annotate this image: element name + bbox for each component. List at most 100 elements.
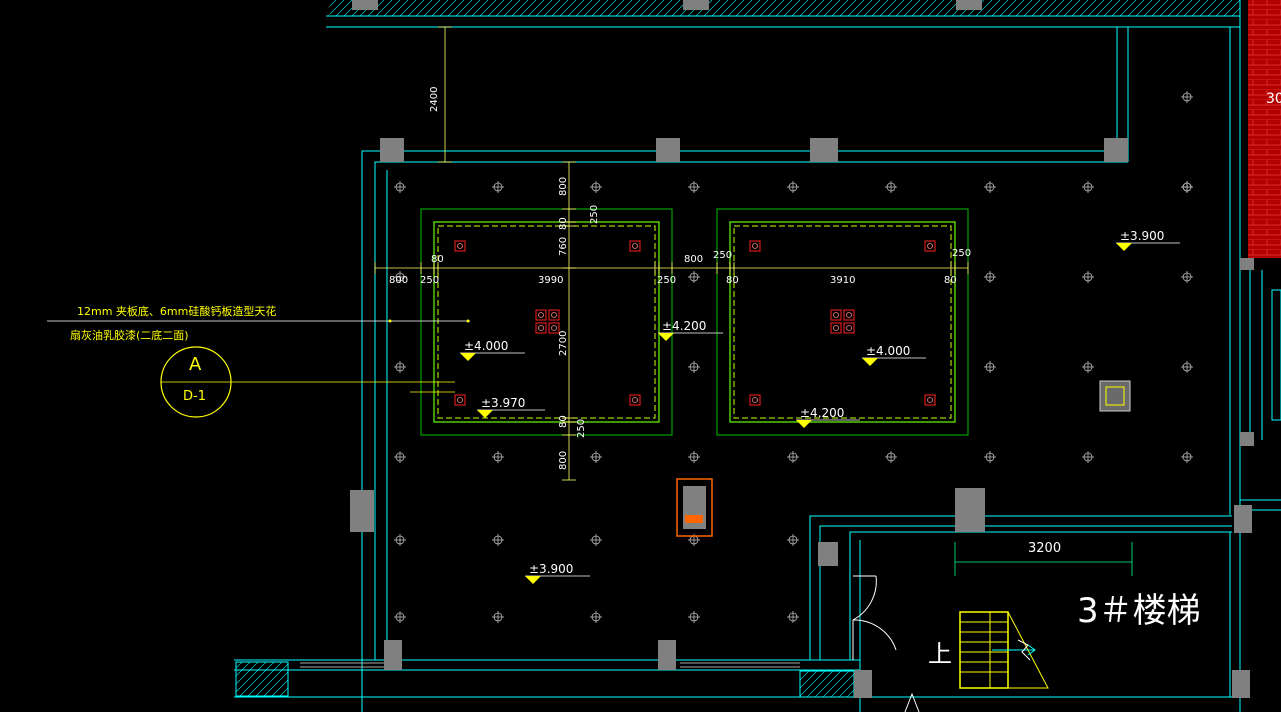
- downlight-icon: [1181, 271, 1193, 283]
- downlight-icon: [1181, 181, 1193, 193]
- downlight-icon: [688, 181, 700, 193]
- light-fixture-icon: [548, 309, 560, 321]
- downlight-icon: [394, 611, 406, 623]
- downlight-icon: [984, 361, 996, 373]
- light-fixture-icon: [843, 309, 855, 321]
- svg-text:800: 800: [558, 451, 569, 470]
- downlight-icon: [787, 451, 799, 463]
- svg-text:3990: 3990: [538, 275, 563, 286]
- svg-text:80: 80: [558, 217, 569, 230]
- downlight-icon: [787, 181, 799, 193]
- svg-text:80: 80: [558, 415, 569, 428]
- annotation-line-2: 扇灰油乳胶漆(二底二面): [70, 328, 189, 342]
- svg-text:2400: 2400: [429, 87, 440, 112]
- light-fixture-icon: [749, 394, 761, 406]
- light-fixture-icon: [629, 394, 641, 406]
- svg-text:800: 800: [558, 177, 569, 196]
- stair-symbol: [959, 611, 1049, 689]
- downlight-icon: [885, 451, 897, 463]
- light-fixture-icon: [629, 240, 641, 252]
- svg-text:250: 250: [952, 248, 971, 259]
- downlight-icon: [1181, 451, 1193, 463]
- svg-text:80: 80: [726, 275, 739, 286]
- section-ref: D-1: [183, 389, 206, 404]
- svg-text:3910: 3910: [830, 275, 855, 286]
- stair-up-label: 上: [928, 640, 952, 668]
- material-annotation: 12mm 夹板底、6mm硅酸钙板造型天花 扇灰油乳胶漆(二底二面): [47, 304, 470, 342]
- downlight-icon: [492, 181, 504, 193]
- level-mark-between: ±4.200: [658, 319, 723, 341]
- downlight-grid: [394, 91, 1193, 623]
- svg-text:250: 250: [713, 250, 732, 261]
- light-fixture-icon: [454, 240, 466, 252]
- downlight-icon: [590, 611, 602, 623]
- svg-text:±4.200: ±4.200: [662, 319, 706, 333]
- downlight-icon: [1082, 451, 1094, 463]
- svg-text:250: 250: [420, 275, 439, 286]
- cad-drawing-canvas[interactable]: 30 2400 800 80 250 760 2700 80 250 800 8…: [0, 0, 1281, 712]
- ceiling-hatch-box: [1099, 380, 1131, 412]
- svg-text:±3.900: ±3.900: [529, 562, 573, 576]
- annotation-line-1: 12mm 夹板底、6mm硅酸钙板造型天花: [77, 304, 276, 318]
- downlight-icon: [394, 361, 406, 373]
- section-marker[interactable]: A D-1: [160, 346, 455, 418]
- edge-fragment-text: 30: [1266, 91, 1281, 107]
- svg-text:3200: 3200: [1028, 541, 1061, 556]
- svg-text:80: 80: [944, 275, 957, 286]
- light-fixture-icon: [535, 322, 547, 334]
- svg-text:±4.200: ±4.200: [800, 406, 844, 420]
- downlight-icon: [590, 451, 602, 463]
- downlight-icon: [688, 451, 700, 463]
- light-fixture-icon: [830, 322, 842, 334]
- downlight-icon: [885, 181, 897, 193]
- light-fixture-icon: [830, 309, 842, 321]
- light-fixture-icon: [843, 322, 855, 334]
- downlight-icon: [984, 181, 996, 193]
- ceiling-recess-box-2: [716, 208, 969, 436]
- svg-text:800: 800: [389, 275, 408, 286]
- svg-text:±4.000: ±4.000: [866, 344, 910, 358]
- downlight-icon: [590, 181, 602, 193]
- downlight-icon: [984, 451, 996, 463]
- level-mark-box1-center: ±4.000: [460, 339, 525, 361]
- light-fixture-icon: [924, 394, 936, 406]
- ceiling-recess-box-1: [420, 208, 673, 436]
- downlight-icon: [492, 611, 504, 623]
- section-letter: A: [189, 354, 202, 375]
- downlight-icon: [1082, 271, 1094, 283]
- svg-text:760: 760: [558, 237, 569, 256]
- downlight-icon: [1181, 91, 1193, 103]
- downlight-icon: [394, 181, 406, 193]
- stair-title: 3＃楼梯: [1077, 591, 1201, 631]
- light-fixture-icon: [535, 309, 547, 321]
- downlight-icon: [590, 534, 602, 546]
- light-fixture-icon: [454, 394, 466, 406]
- downlight-icon: [1082, 361, 1094, 373]
- downlight-icon: [1082, 181, 1094, 193]
- svg-text:±3.900: ±3.900: [1120, 229, 1164, 243]
- dimension-lines: [374, 26, 1133, 576]
- dimension-texts: 2400 800 80 250 760 2700 80 250 800 800 …: [389, 87, 1061, 556]
- access-panel[interactable]: [676, 478, 713, 537]
- svg-text:2700: 2700: [558, 331, 569, 356]
- downlight-icon: [787, 611, 799, 623]
- svg-text:250: 250: [589, 205, 600, 224]
- svg-text:±3.970: ±3.970: [481, 396, 525, 410]
- downlight-icon: [394, 451, 406, 463]
- level-mark-top-right: ±3.900: [1116, 229, 1180, 251]
- light-fixture-icon: [924, 240, 936, 252]
- level-mark-box1-rim: ±3.970: [477, 396, 545, 418]
- level-mark-bottom-left: ±3.900: [525, 562, 590, 584]
- svg-text:800: 800: [684, 254, 703, 265]
- downlight-icon: [492, 451, 504, 463]
- downlight-icon: [492, 534, 504, 546]
- light-fixture-icon: [749, 240, 761, 252]
- downlight-icon: [688, 271, 700, 283]
- brick-wall-strip: [1248, 0, 1281, 258]
- svg-text:80: 80: [431, 254, 444, 265]
- svg-text:250: 250: [657, 275, 676, 286]
- downlight-icon: [1181, 361, 1193, 373]
- level-mark-box2-center: ±4.000: [862, 344, 926, 366]
- svg-text:250: 250: [576, 419, 587, 438]
- downlight-icon: [984, 271, 996, 283]
